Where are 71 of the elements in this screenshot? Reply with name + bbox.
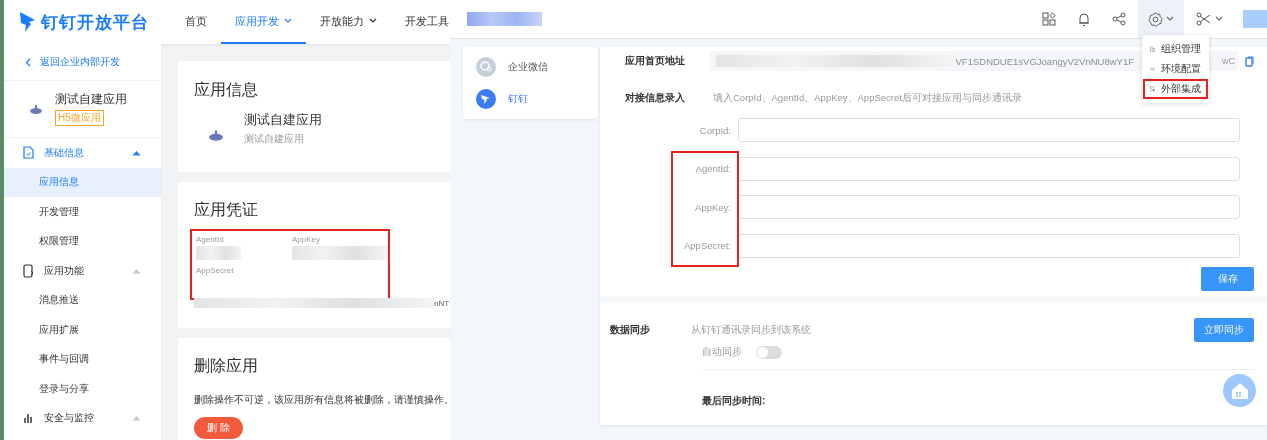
- copy-icon[interactable]: [1245, 55, 1254, 67]
- platform-tab[interactable]: 钉钉: [463, 83, 598, 115]
- app-icon: [29, 104, 43, 114]
- platform-tab[interactable]: 企业微信: [463, 51, 598, 83]
- redacted-value: [196, 246, 241, 260]
- card-title: 应用凭证: [194, 200, 259, 220]
- settings-icon: [1148, 11, 1163, 27]
- document-icon: [23, 146, 34, 160]
- menu-item[interactable]: 消息推送: [4, 285, 161, 315]
- wing-icon: [476, 89, 496, 109]
- scissors-icon: [1196, 12, 1212, 26]
- field-label: AppSecret:: [683, 240, 732, 252]
- nav-tab[interactable]: 开放能力: [306, 0, 391, 44]
- lines-circle-icon: [1150, 64, 1155, 74]
- chat-icon: [476, 57, 496, 77]
- field-label: AppKey:: [694, 201, 732, 213]
- menu-item[interactable]: 开发管理: [4, 197, 161, 227]
- wing-logo-icon: [19, 11, 37, 33]
- app-description: 测试自建应用: [244, 132, 305, 146]
- squares-icon: [1150, 83, 1155, 95]
- input-field[interactable]: [738, 156, 1240, 181]
- field-label: CorpId:: [698, 124, 732, 136]
- card-title: 应用信息: [194, 80, 259, 100]
- nav-tab[interactable]: 应用开发: [221, 0, 306, 44]
- share-icon: [1112, 12, 1126, 26]
- nav-tab[interactable]: 首页: [171, 0, 221, 44]
- input-field[interactable]: [738, 233, 1240, 258]
- credential-label: AppSecret: [196, 266, 235, 275]
- settings-button[interactable]: [1138, 0, 1184, 38]
- chevron-left-icon: [25, 57, 31, 67]
- bar-chart-icon: [23, 412, 34, 425]
- menu-item[interactable]: 权限管理: [4, 226, 161, 256]
- last-sync-label: 最后同步时间:: [702, 395, 766, 406]
- input-field[interactable]: [738, 118, 1240, 143]
- back-link[interactable]: 返回企业内部开发: [4, 44, 161, 81]
- app-name: 测试自建应用: [55, 92, 127, 107]
- avatar[interactable]: [1243, 10, 1267, 28]
- menu-group[interactable]: 安全与监控: [4, 403, 161, 433]
- bell-icon: [1078, 11, 1090, 27]
- caret-icon: [132, 149, 141, 156]
- app-icon: [208, 128, 224, 141]
- auto-sync-toggle[interactable]: [756, 346, 782, 359]
- credential-label: AppKey: [292, 235, 322, 244]
- caret-icon: [132, 415, 141, 422]
- warning-text: 删除操作不可逆，该应用所有信息将被删除，请谨慎操作。: [194, 393, 450, 407]
- credential-label: AgentId: [196, 235, 225, 244]
- menu-group[interactable]: 基础信息: [4, 138, 161, 168]
- section-label: 数据同步: [610, 323, 651, 337]
- hint-text: 填入CorpId、AgentId、AppKey、AppSecret后可对接应用与同步通讯录: [713, 91, 1022, 105]
- menu-item[interactable]: 事件与回调: [4, 344, 161, 374]
- phone-icon: [23, 263, 34, 278]
- secret-value-fragment: nNT: [434, 298, 450, 308]
- caret-icon: [132, 267, 141, 274]
- field-label: 应用首页地址: [625, 54, 686, 68]
- platform-logo: 钉钉开放平台: [41, 11, 149, 34]
- app-type-tag: H5微应用: [55, 110, 104, 126]
- field-label: AgentId:: [694, 163, 732, 175]
- card-title: 删除应用: [194, 356, 259, 376]
- menu-item[interactable]: 应用扩展: [4, 315, 161, 345]
- input-field[interactable]: [738, 195, 1240, 220]
- app-name: 测试自建应用: [244, 111, 322, 129]
- menu-item[interactable]: 登录与分享: [4, 374, 161, 404]
- toggle-label: 自动同步: [702, 346, 742, 359]
- nav-tab[interactable]: 开发工具: [391, 0, 450, 44]
- menu-group[interactable]: 应用功能: [4, 256, 161, 286]
- house-icon: [1230, 381, 1249, 400]
- section-label: 对接信息录入: [625, 91, 686, 105]
- sync-description: 从钉钉通讯录同步到该系统: [691, 323, 811, 337]
- menu-item[interactable]: 应用信息: [4, 167, 161, 197]
- menu-item[interactable]: 外部集成: [1143, 79, 1208, 99]
- apps-grid-icon: [1042, 12, 1056, 26]
